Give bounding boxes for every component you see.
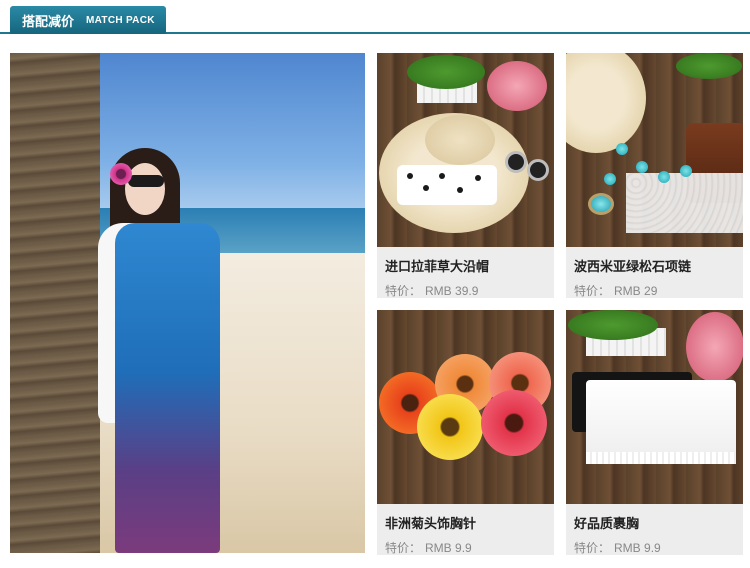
price-value: RMB 39.9 (425, 284, 479, 298)
pink-gerbera (481, 390, 547, 456)
sunglasses (505, 151, 527, 173)
product-image-tube-top[interactable] (566, 310, 743, 504)
lace-doily (626, 173, 743, 233)
product-info: 进口拉菲草大沿帽 特价： RMB 39.9 (377, 247, 554, 298)
bow-dot (423, 185, 429, 191)
price-value: RMB 9.9 (425, 541, 472, 555)
price-value: RMB 9.9 (614, 541, 661, 555)
product-name[interactable]: 非洲菊头饰胸针 (385, 513, 554, 532)
bow-dot (457, 187, 463, 193)
white-tube-top (586, 380, 736, 460)
yellow-gerbera (417, 394, 483, 460)
product-card-tube-top[interactable]: 好品质裹胸 特价： RMB 9.9 (566, 310, 743, 555)
bow-dot (407, 173, 413, 179)
product-price: 特价： RMB 9.9 (385, 539, 554, 556)
model-sunglasses (128, 175, 164, 187)
product-card-necklace[interactable]: 波西米亚绿松石项链 特价： RMB 29 (566, 53, 743, 298)
product-image-necklace[interactable] (566, 53, 743, 247)
hat-crown (425, 115, 495, 165)
bead (658, 171, 670, 183)
model-hair-flower (110, 163, 132, 185)
product-name[interactable]: 好品质裹胸 (574, 513, 743, 532)
product-info: 波西米亚绿松石项链 特价： RMB 29 (566, 247, 743, 298)
product-info: 好品质裹胸 特价： RMB 9.9 (566, 504, 743, 555)
price-label: 特价： (574, 284, 611, 298)
price-value: RMB 29 (614, 284, 658, 298)
sunglasses (527, 159, 549, 181)
product-image-gerbera[interactable] (377, 310, 554, 504)
price-label: 特价： (385, 541, 422, 555)
potted-plant (568, 310, 658, 340)
polka-bow (397, 165, 497, 205)
potted-plant (676, 53, 742, 79)
product-image-hat[interactable] (377, 53, 554, 247)
bow-dot (439, 173, 445, 179)
roses-decoration (487, 61, 547, 111)
roses-decoration (686, 312, 743, 382)
lace-trim (586, 452, 736, 464)
product-price: 特价： RMB 9.9 (574, 539, 743, 556)
product-name[interactable]: 波西米亚绿松石项链 (574, 256, 743, 275)
bead (680, 165, 692, 177)
product-card-hat[interactable]: 进口拉菲草大沿帽 特价： RMB 39.9 (377, 53, 554, 298)
header-title-cn: 搭配减价 (22, 13, 75, 29)
product-info: 非洲菊头饰胸针 特价： RMB 9.9 (377, 504, 554, 555)
product-name[interactable]: 进口拉菲草大沿帽 (385, 256, 554, 275)
turquoise-pendant (588, 193, 614, 215)
price-label: 特价： (385, 284, 422, 298)
product-card-gerbera[interactable]: 非洲菊头饰胸针 特价： RMB 9.9 (377, 310, 554, 555)
bead (636, 161, 648, 173)
price-label: 特价： (574, 541, 611, 555)
bead (604, 173, 616, 185)
header-title-en: MATCH PACK (86, 14, 155, 26)
palm-trunk (10, 53, 100, 553)
product-price: 特价： RMB 39.9 (385, 282, 554, 299)
section-header: 搭配减价 MATCH PACK (0, 0, 750, 36)
potted-plant (407, 55, 485, 89)
product-price: 特价： RMB 29 (574, 282, 743, 299)
match-pack-tab[interactable]: 搭配减价 MATCH PACK (10, 6, 166, 34)
hero-model-image[interactable] (10, 53, 365, 553)
bow-dot (475, 175, 481, 181)
model-dress (115, 223, 220, 553)
bead (616, 143, 628, 155)
